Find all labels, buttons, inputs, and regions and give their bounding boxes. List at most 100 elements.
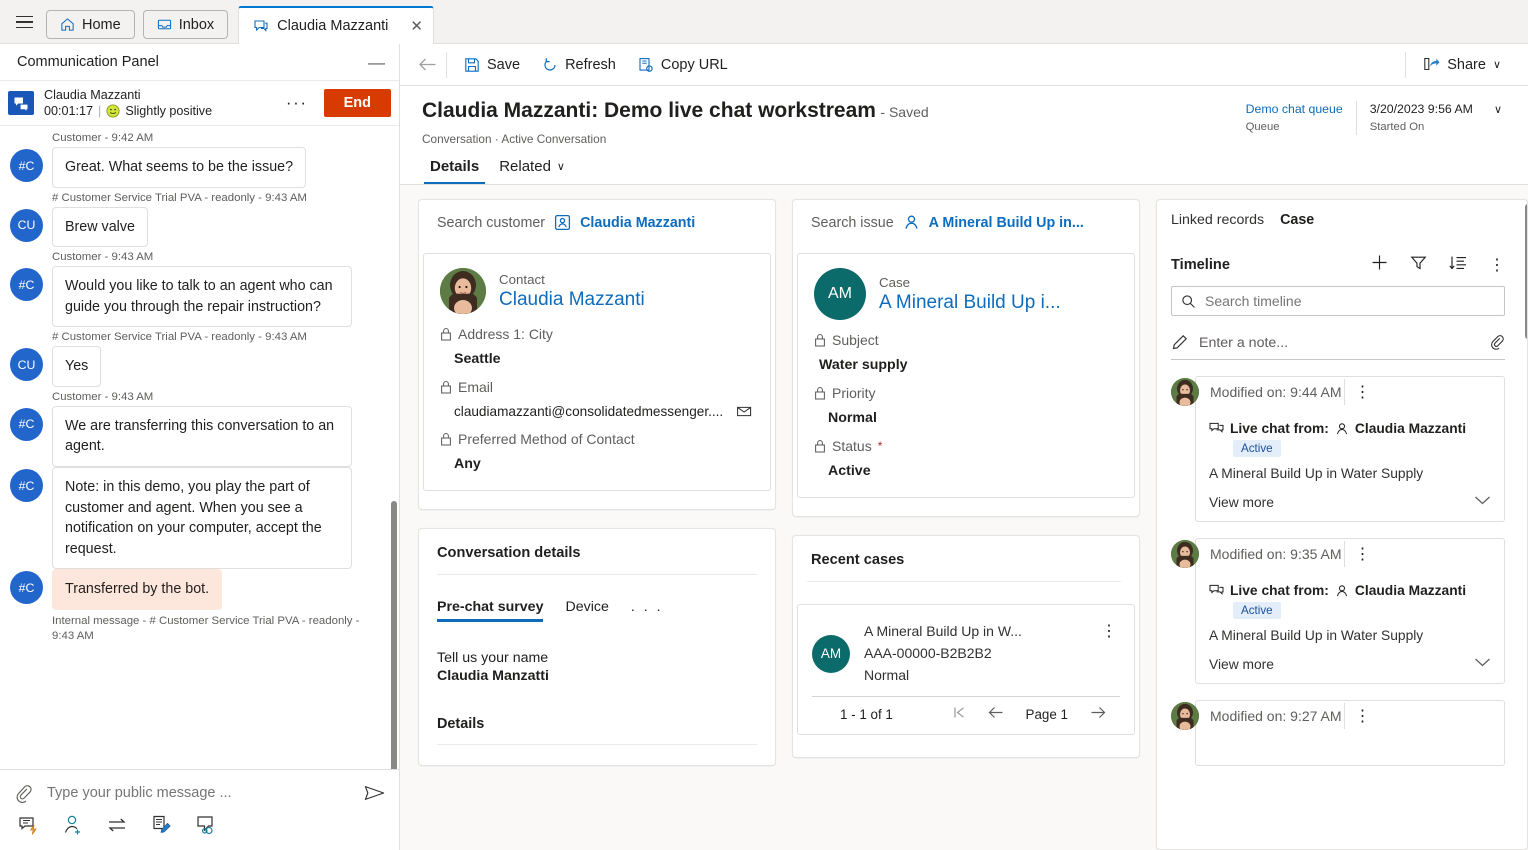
add-icon[interactable] [1371,254,1388,276]
timeline-entry[interactable]: Modified on: 9:44 AM ⋮ Live chat from: Clau… [1171,376,1505,523]
linked-records-value[interactable]: Case [1280,212,1314,228]
next-page-icon[interactable] [1090,706,1106,722]
field-label-city-text: Address 1: City [458,326,553,343]
message-row: CU Yes [0,346,399,387]
refresh-button[interactable]: Refresh [531,49,627,81]
recent-case-item[interactable]: AM A Mineral Build Up in W... AAA-00000-… [797,604,1135,736]
transfer-icon[interactable] [106,814,128,836]
timeline-entry-view-more[interactable]: View more [1209,493,1491,511]
inbox-icon [157,19,171,30]
timeline-entry-from-name[interactable]: Claudia Mazzanti [1355,583,1466,598]
tab-related[interactable]: Related ∨ [491,154,573,184]
header-field-queue[interactable]: Demo chat queue Queue [1233,101,1356,135]
timeline-entry-body: Live chat from: Claudia Mazzanti Active A M… [1196,407,1504,521]
recent-case-lines: A Mineral Build Up in W... AAA-00000-B2B… [864,621,1084,686]
contact-entity-name[interactable]: Claudia Mazzanti [499,288,645,312]
record-header: Claudia Mazzanti: Demo live chat workstr… [400,86,1528,186]
tab-claudia-mazzanti[interactable]: Claudia Mazzanti ✕ [238,6,434,44]
timeline-entry[interactable]: Modified on: 9:27 AM ⋮ [1171,700,1505,767]
tab-pre-chat-survey[interactable]: Pre-chat survey [437,599,544,623]
header-expand-chevron-icon[interactable]: ∨ [1486,101,1506,116]
case-entity-kind: Case [879,274,911,290]
message-timestamp: # Customer Service Trial PVA - readonly … [52,331,307,344]
timeline-entry-from-name[interactable]: Claudia Mazzanti [1355,421,1466,436]
paperclip-icon[interactable] [14,784,33,803]
save-button[interactable]: Save [453,49,531,81]
email-icon[interactable] [736,404,754,419]
search-customer-value[interactable]: Claudia Mazzanti [580,215,695,231]
chat-transcript: Customer - 9:42 AM #C Great. What seems to… [0,126,399,769]
chat-scrollbar[interactable] [391,501,397,769]
filter-icon[interactable] [1410,255,1427,276]
message-timestamp: Customer - 9:43 AM [52,251,154,264]
page-label: Page 1 [1025,706,1068,722]
conversation-more-icon[interactable]: ··· [280,93,314,113]
timeline-entry-box: Modified on: 9:44 AM ⋮ Live chat from: Clau… [1195,376,1505,523]
more-commands-icon[interactable]: ⋮ [1489,255,1505,275]
record-tabs: Details Related ∨ [400,146,1528,185]
search-issue-label: Search issue [811,214,894,231]
tab-inbox[interactable]: Inbox [142,10,229,39]
end-conversation-button[interactable]: End [323,89,391,117]
chevron-down-icon[interactable] [1474,493,1491,511]
timeline-entry-body [1196,731,1504,765]
message-avatar: CU [10,208,43,242]
contact-icon [1336,422,1348,434]
timeline-entry-view-more[interactable]: View more [1209,655,1491,673]
search-customer-row: Search customer Claudia Mazzanti [437,214,775,231]
hamburger-icon[interactable] [6,4,42,40]
timeline-entry-kebab-icon[interactable]: ⋮ [1345,544,1381,564]
timeline-search[interactable] [1171,286,1505,317]
case-entity-header: AM Case A Mineral Build Up i... [814,268,1118,321]
close-icon[interactable]: ✕ [410,19,423,34]
case-entity-name[interactable]: A Mineral Build Up i... [879,291,1061,315]
divider [807,581,1121,583]
timeline-header: Timeline ⋮ [1157,228,1527,276]
conversation-details-title: Conversation details [437,545,581,562]
contact-entity-titles: Contact Claudia Mazzanti [499,271,645,312]
field-label-preferred-contact: Preferred Method of Contact [440,431,754,447]
timeline-search-input[interactable] [1205,293,1495,310]
message-row: #C Would you like to talk to an agent who… [0,266,399,328]
timeline-entry-kebab-icon[interactable]: ⋮ [1345,382,1381,402]
timeline-entry[interactable]: Modified on: 9:35 AM ⋮ Live chat from: Clau… [1171,538,1505,685]
tab-overflow-icon[interactable]: . . . [631,599,663,622]
chevron-down-icon[interactable] [1474,655,1491,673]
copy-url-button[interactable]: Copy URL [627,49,739,81]
tab-device[interactable]: Device [565,599,608,622]
quick-replies-icon[interactable] [18,814,40,836]
share-button[interactable]: Share ∨ [1412,49,1512,81]
chat-icon [1209,422,1224,433]
field-label-status: Status * [814,438,1118,454]
header-field-queue-value[interactable]: Demo chat queue [1246,101,1343,119]
message-composer [0,769,399,850]
lock-icon [441,381,451,394]
refresh-icon [544,57,556,71]
search-issue-value[interactable]: A Mineral Build Up in... [929,215,1084,231]
prev-page-icon[interactable] [988,706,1004,722]
first-page-icon[interactable] [952,706,966,722]
back-arrow-icon[interactable] [410,48,444,82]
paperclip-icon[interactable] [1489,334,1505,351]
add-agent-icon[interactable] [62,814,84,836]
message-timestamp: Customer - 9:43 AM [52,390,154,403]
minimize-icon[interactable]: — [368,54,385,71]
message-input[interactable] [47,785,350,801]
timeline-note-row[interactable]: Enter a note... [1171,326,1505,361]
tab-home[interactable]: Home [46,10,135,39]
sort-icon[interactable] [1449,255,1467,276]
send-icon[interactable] [364,783,385,803]
chevron-down-icon[interactable]: ∨ [557,160,565,173]
field-value-status: Active [828,463,871,480]
chevron-down-icon[interactable]: ∨ [1493,58,1501,71]
notes-icon[interactable] [150,814,172,836]
recent-cases-card: Recent cases AM A Mineral Build Up in W.… [792,535,1140,759]
tab-details-label: Details [430,158,480,176]
timeline-entry-header: Modified on: 9:27 AM ⋮ [1196,701,1504,731]
tab-details[interactable]: Details [422,154,487,185]
consult-icon[interactable] [194,814,216,836]
survey-answer: Claudia Manzatti [437,668,549,685]
timeline-entry-kebab-icon[interactable]: ⋮ [1345,706,1381,726]
tab-inbox-label: Inbox [178,16,215,33]
recent-case-kebab-icon[interactable]: ⋮ [1098,621,1120,641]
